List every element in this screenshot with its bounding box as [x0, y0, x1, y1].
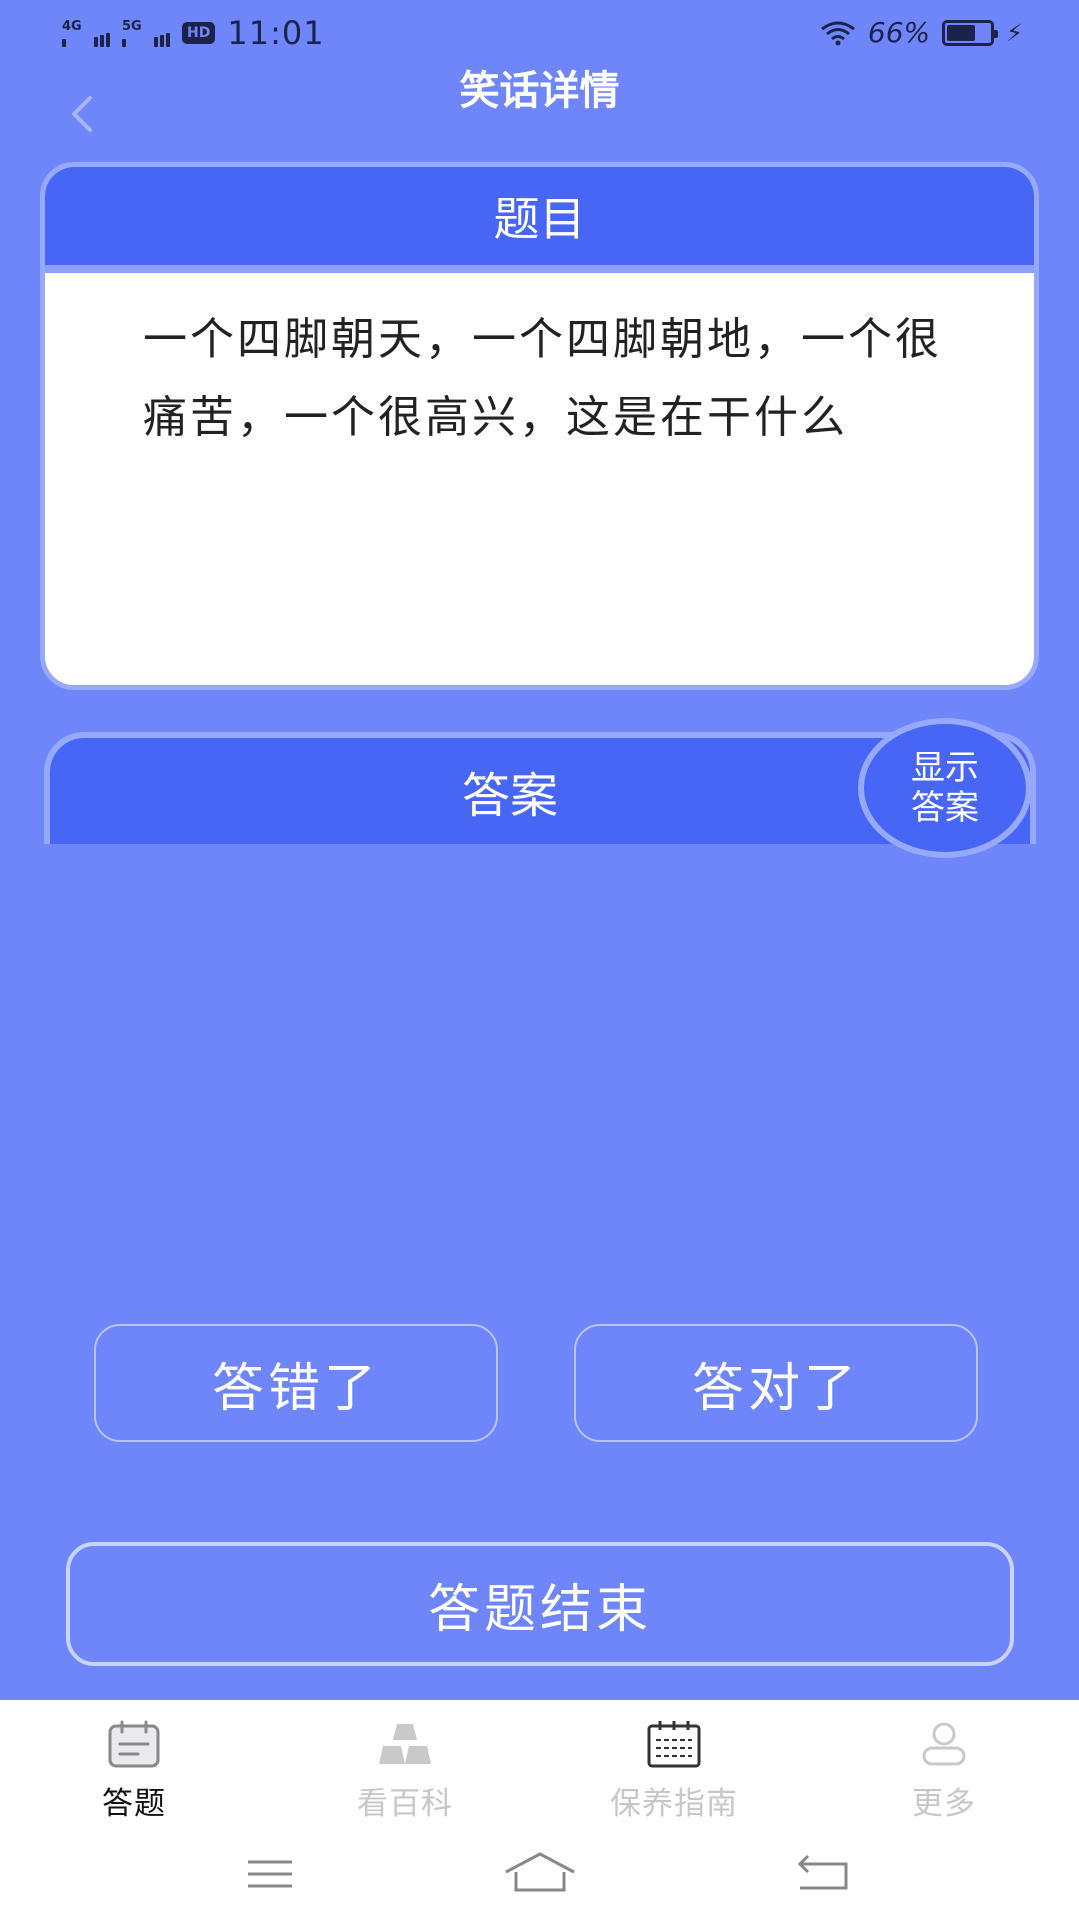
tab-answer-label: 答题	[102, 1786, 166, 1822]
user-icon	[922, 1722, 966, 1766]
tab-guide-label: 保养指南	[610, 1786, 738, 1822]
finish-quiz-button[interactable]: 答题结束	[66, 1542, 1014, 1666]
signal-4g-label: 4G	[62, 19, 82, 34]
status-left: 4G 5G HD 11:01	[62, 14, 325, 52]
return-icon	[797, 1854, 848, 1890]
tab-wiki[interactable]: 看百科	[305, 1720, 505, 1823]
gold-bars-icon	[379, 1724, 431, 1764]
nav-home-button[interactable]	[500, 1850, 580, 1900]
question-header: 题目	[45, 167, 1034, 273]
status-right: 66% ⚡	[820, 16, 1023, 49]
tab-wiki-label: 看百科	[357, 1786, 453, 1822]
status-bar: 4G 5G HD 11:01 66% ⚡	[0, 0, 1079, 64]
answered-right-button[interactable]: 答对了	[574, 1324, 978, 1442]
tab-answer[interactable]: 答题	[34, 1720, 234, 1823]
signal-5g-icon: 5G	[122, 19, 174, 47]
home-icon	[505, 1852, 575, 1892]
grid-calendar-icon	[647, 1721, 701, 1768]
show-answer-line1: 显示	[911, 748, 979, 788]
chevron-left-icon	[72, 96, 92, 132]
battery-icon	[942, 19, 999, 46]
battery-percent: 66%	[867, 16, 931, 49]
nav-back-button[interactable]	[784, 1850, 864, 1900]
menu-icon	[248, 1860, 292, 1888]
page-title: 笑话详情	[459, 68, 620, 114]
hd-badge: HD	[182, 22, 216, 44]
calendar-icon	[108, 1720, 160, 1768]
tab-guide[interactable]: 保养指南	[574, 1720, 774, 1823]
tab-more-label: 更多	[912, 1786, 976, 1822]
charging-icon: ⚡	[1006, 18, 1023, 47]
battery-fill	[947, 24, 975, 41]
answered-wrong-button[interactable]: 答错了	[94, 1324, 498, 1442]
signal-4g-icon: 4G	[62, 19, 114, 47]
signal-5g-label: 5G	[122, 19, 142, 34]
clock: 11:01	[227, 14, 325, 52]
show-answer-line2: 答案	[911, 788, 979, 828]
tab-more[interactable]: 更多	[844, 1720, 1044, 1823]
wifi-icon	[821, 21, 855, 45]
question-card: 题目 一个四脚朝天，一个四脚朝地，一个很痛苦，一个很高兴，这是在干什么	[40, 162, 1039, 690]
nav-menu-button[interactable]	[230, 1850, 310, 1900]
answer-bar: 答案 显示 答案	[44, 718, 1036, 858]
answer-header: 答案	[461, 768, 558, 824]
system-nav-bar	[0, 1840, 1079, 1919]
question-text: 一个四脚朝天，一个四脚朝地，一个很痛苦，一个很高兴，这是在干什么	[143, 314, 942, 443]
back-button[interactable]	[62, 92, 102, 136]
show-answer-button[interactable]: 显示 答案	[858, 718, 1032, 858]
